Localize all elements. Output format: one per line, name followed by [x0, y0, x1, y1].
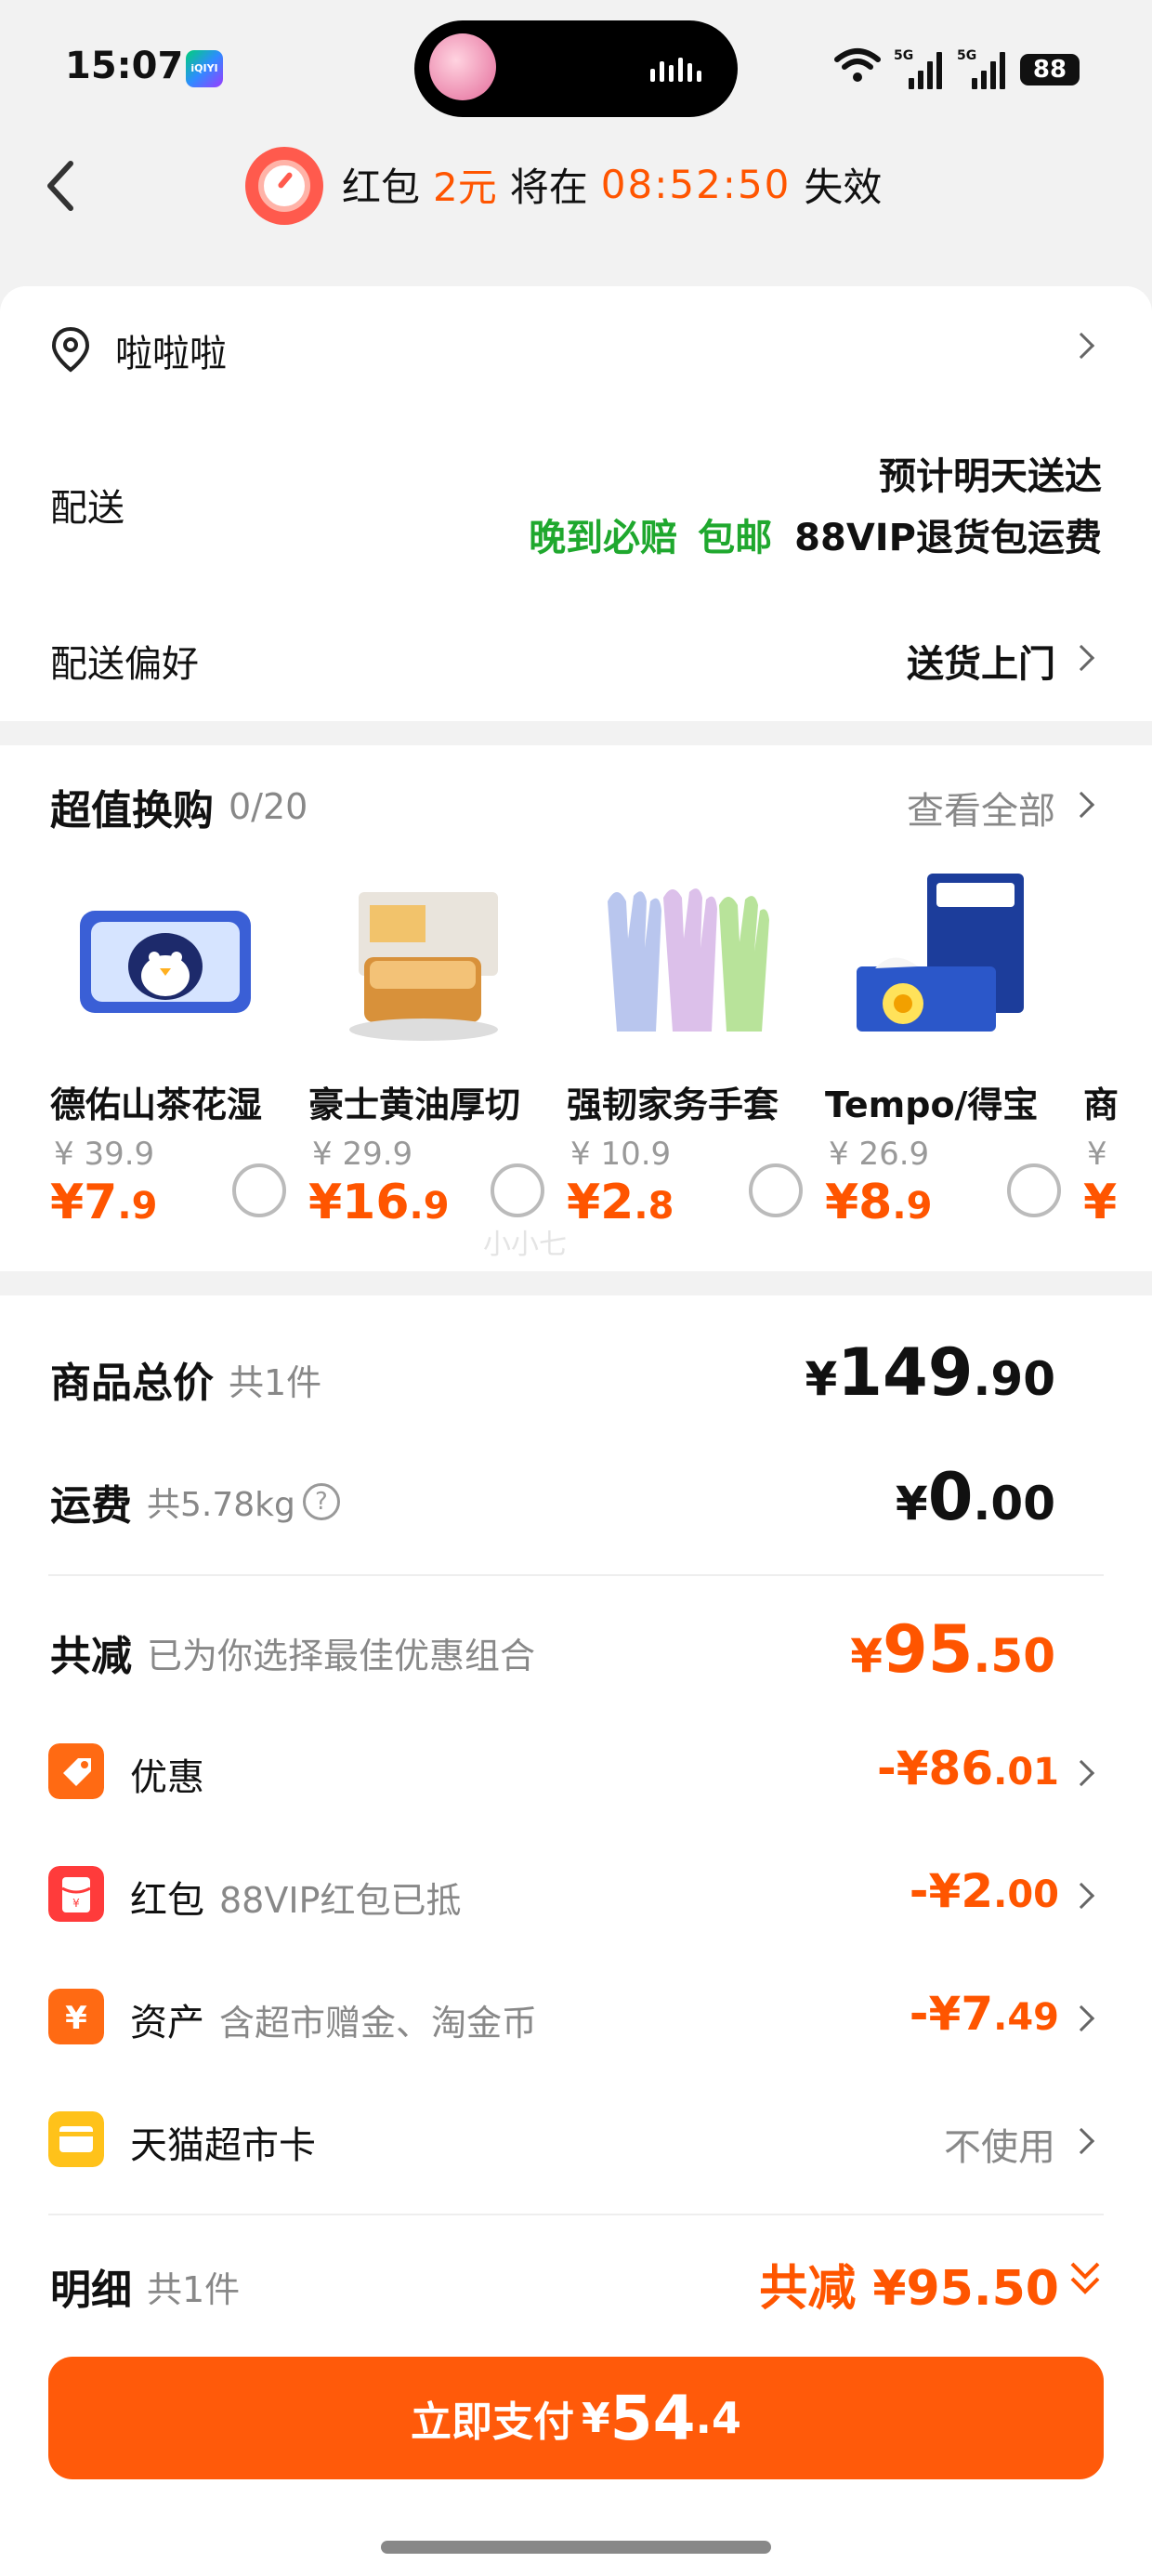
card-value[interactable]: 不使用: [944, 2117, 1055, 2171]
signal-icon-2: [972, 48, 1005, 89]
redpacket-row: 红包 88VIP红包已抵: [130, 1870, 461, 1924]
divider: [48, 2214, 1104, 2215]
swap-item-old-price: ¥ 39.9: [54, 1136, 155, 1173]
delivery-eta: 预计明天送达: [879, 455, 1102, 498]
total-reduce-row: 共减 已为你选择最佳优惠组合: [50, 1623, 535, 1682]
discount-label: 天猫超市卡: [130, 2124, 316, 2167]
discount-label: 红包: [130, 1879, 204, 1922]
total-reduce-label: 共减: [50, 1633, 132, 1680]
swap-item-old-price: ¥ 29.9: [312, 1136, 413, 1173]
detail-reduce[interactable]: 共减 ¥95.50: [759, 2249, 1059, 2319]
discount-label: 优惠: [130, 1756, 204, 1799]
swap-item-name: 强韧家务手套: [567, 1084, 779, 1125]
address-name[interactable]: 啦啦啦: [115, 323, 227, 377]
swap-item-price: ¥: [1083, 1175, 1118, 1230]
total-reduce-note: 已为你选择最佳优惠组合: [147, 1635, 536, 1676]
swap-item-price: ¥16.9: [308, 1175, 450, 1230]
signal-icon: [909, 48, 942, 89]
delivery-badges: 晚到必赔 包邮 88VIP退货包运费: [529, 507, 1102, 561]
pay-now-button[interactable]: 立即支付 ¥ 54 .4: [48, 2357, 1104, 2479]
swap-item-name: 商: [1083, 1084, 1119, 1125]
home-indicator[interactable]: [381, 2541, 771, 2554]
double-chevron-down-icon[interactable]: [1067, 2256, 1104, 2303]
battery-indicator: 88: [1020, 54, 1080, 85]
detail-label: 明细: [50, 2267, 132, 2314]
swap-item-old-price: ¥ 26.9: [829, 1136, 930, 1173]
swap-item-select-radio[interactable]: [232, 1163, 286, 1217]
swap-header: 超值换购 0/20: [50, 777, 308, 836]
swap-item[interactable]: 商 ¥ ¥: [1083, 864, 1152, 1236]
supermarket-card-icon: [48, 2111, 104, 2167]
swap-item-name: 德佑山茶花湿: [50, 1084, 263, 1125]
alarm-clock-icon: [245, 147, 323, 225]
view-all-link[interactable]: 查看全部: [907, 781, 1055, 835]
late-compensation-badge: 晚到必赔: [529, 517, 678, 559]
swap-item-select-radio[interactable]: [491, 1163, 544, 1217]
goods-count: 共1件: [229, 1361, 322, 1403]
iqiyi-app-icon: iQIYI: [186, 50, 223, 87]
discount-note: 88VIP红包已抵: [219, 1879, 462, 1921]
swap-item-select-radio[interactable]: [749, 1163, 803, 1217]
svg-text:¥: ¥: [72, 1897, 80, 1910]
free-shipping-badge: 包邮: [698, 517, 773, 559]
red-packet-icon: ¥: [48, 1866, 104, 1922]
discount-note: 含超市赠金、淘金币: [219, 2002, 538, 2044]
redpacket-label: 红包: [342, 164, 421, 210]
swap-item-name: Tempo/得宝: [825, 1084, 1039, 1125]
delivery-pref-value[interactable]: 送货上门: [907, 634, 1055, 688]
countdown-timer: 08:52:50: [600, 161, 792, 207]
audio-wave-icon: [650, 56, 706, 82]
wifi-icon: [834, 48, 881, 82]
goods-total-price: ¥149.90: [805, 1334, 1056, 1411]
discount-label: 资产: [130, 2002, 204, 2044]
will-at-label: 将在: [509, 164, 588, 210]
detail-count: 共1件: [147, 2268, 241, 2310]
wet-wipes-image: [80, 911, 251, 1013]
swap-item-name: 豪士黄油厚切: [308, 1084, 521, 1125]
svg-text:¥: ¥: [65, 2000, 87, 2037]
swap-item-old-price: ¥ 10.9: [570, 1136, 672, 1173]
swap-item-price: ¥2.8: [567, 1175, 674, 1230]
expire-label: 失效: [804, 164, 883, 210]
delivery-label: 配送: [50, 487, 124, 530]
discount-value: -¥86.01: [877, 1741, 1059, 1795]
swap-item-price: ¥8.9: [825, 1175, 933, 1230]
swap-title: 超值换购: [50, 787, 214, 835]
swap-item-price: ¥7.9: [50, 1175, 158, 1230]
status-bar: 15:07 iQIYI 5G 5G 88: [0, 0, 1152, 139]
shipping-weight: 共5.78kg: [147, 1486, 295, 1524]
redpacket-amount: 2元: [433, 164, 497, 210]
help-question-icon[interactable]: ?: [302, 1483, 340, 1520]
shipping-row: 运费 共5.78kg ?: [50, 1472, 340, 1531]
tempo-tissue-image: [857, 874, 1024, 1032]
swap-item-select-radio[interactable]: [1007, 1163, 1061, 1217]
goods-total-label: 商品总价: [50, 1360, 214, 1407]
coupon-tag-icon: [48, 1743, 104, 1799]
household-gloves-image: [608, 888, 769, 1032]
delivery-pref-label: 配送偏好: [50, 643, 199, 686]
swap-item-old-price: ¥: [1087, 1136, 1107, 1173]
total-reduce-amount: ¥95.50: [850, 1611, 1055, 1688]
asset-yen-icon: ¥: [48, 1989, 104, 2044]
shipping-label: 运费: [50, 1482, 132, 1530]
now-playing-avatar: [429, 33, 496, 100]
discount-value: -¥2.00: [909, 1864, 1059, 1918]
location-pin-icon: [51, 326, 90, 373]
swap-count: 0/20: [229, 786, 308, 827]
discount-value: -¥7.49: [909, 1987, 1059, 2041]
divider: [48, 1574, 1104, 1576]
back-arrow-icon[interactable]: [43, 158, 80, 214]
return-shipping-note: 88VIP退货包运费: [794, 517, 1102, 559]
shipping-price: ¥0.00: [895, 1459, 1055, 1535]
goods-total-row: 商品总价 共1件: [50, 1349, 321, 1409]
redpacket-countdown-banner: 红包 2元 将在 08:52:50 失效: [342, 156, 895, 212]
detail-row: 明细 共1件: [50, 2256, 240, 2316]
asset-row: 资产 含超市赠金、淘金币: [130, 1992, 537, 2046]
status-time: 15:07: [65, 45, 184, 87]
watermark-text: 小小七: [483, 1229, 567, 1261]
butter-toast-image: [349, 892, 498, 1041]
